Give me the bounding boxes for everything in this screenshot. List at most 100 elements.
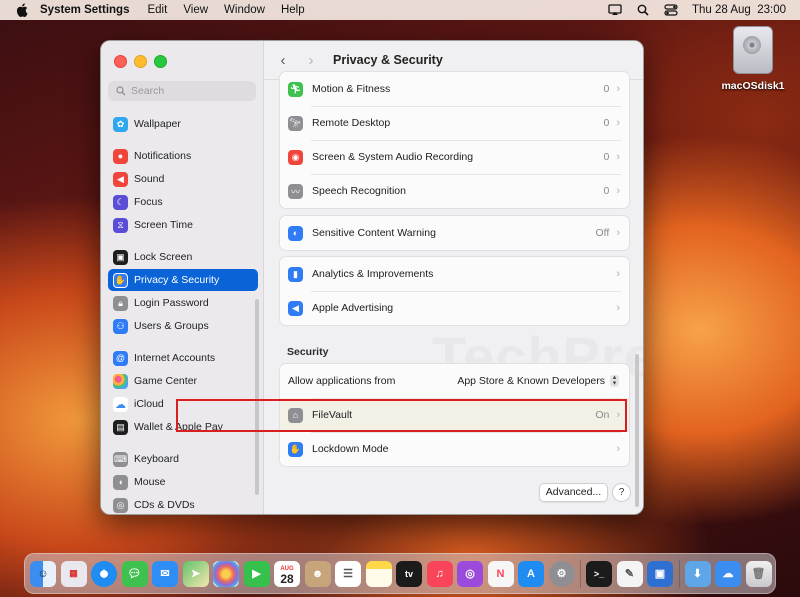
row-analytics[interactable]: ▮ Analytics & Improvements › xyxy=(280,257,629,291)
sidebar-item-cds-dvds[interactable]: ◎ CDs & DVDs xyxy=(108,494,258,514)
motion-fitness-icon: 🏃︎ xyxy=(288,81,303,97)
screen-mirroring-icon[interactable] xyxy=(608,3,622,17)
login-password-icon: 🔒︎ xyxy=(113,295,128,311)
system-settings-window: Search ✿ Wallpaper ● Notifications ◀ Sound … xyxy=(100,40,644,515)
terminal-icon[interactable]: >_ xyxy=(586,560,612,587)
allow-applications-popup[interactable]: App Store & Known Developers ▴ ▾ xyxy=(457,374,619,387)
window-menu[interactable]: Window xyxy=(224,4,265,16)
permissions-group: 🏃︎ Motion & Fitness 0 › 🔭︎ Remote Deskto… xyxy=(279,71,630,209)
row-apple-advertising[interactable]: ◀ Apple Advertising › xyxy=(280,291,629,325)
icloud-drive-icon[interactable]: ☁ xyxy=(715,560,741,587)
sidebar-item-wallpaper[interactable]: ✿ Wallpaper xyxy=(108,113,258,135)
focus-icon: ☾ xyxy=(113,194,128,210)
sidebar: Search ✿ Wallpaper ● Notifications ◀ Sound … xyxy=(101,41,264,514)
messages-icon[interactable]: 💬︎ xyxy=(121,560,148,587)
desktop-disk[interactable]: macOSdisk1 xyxy=(718,26,788,92)
calendar-icon[interactable]: AUG 28 xyxy=(274,560,300,587)
chevron-right-icon: › xyxy=(616,302,620,314)
advanced-button[interactable]: Advanced... xyxy=(539,483,608,502)
apple-menu-icon[interactable] xyxy=(14,2,30,18)
music-icon[interactable]: ♫ xyxy=(426,560,453,587)
sidebar-item-privacy-security[interactable]: ✋ Privacy & Security xyxy=(108,269,258,291)
back-chevron-icon[interactable]: ‹ xyxy=(277,52,289,69)
sidebar-item-lock-screen[interactable]: ▣ Lock Screen xyxy=(108,246,258,268)
search-placeholder: Search xyxy=(131,85,165,97)
chevron-right-icon: › xyxy=(616,227,620,239)
sidebar-item-users-groups[interactable]: ⚇ Users & Groups xyxy=(108,315,258,337)
launchpad-icon[interactable]: ▦ xyxy=(60,560,87,587)
row-screen-recording[interactable]: ◉ Screen & System Audio Recording 0 › xyxy=(280,140,629,174)
chevron-right-icon: › xyxy=(616,268,620,280)
wallet-icon: ▤ xyxy=(113,419,128,435)
apple-tv-icon[interactable]: tv xyxy=(396,560,422,587)
sidebar-item-screen-time[interactable]: ⧖ Screen Time xyxy=(108,214,258,236)
sidebar-scrollbar[interactable] xyxy=(255,299,259,495)
news-icon[interactable]: N xyxy=(487,560,514,587)
help-menu[interactable]: Help xyxy=(281,4,305,16)
row-allow-applications: Allow applications from App Store & Know… xyxy=(280,364,629,398)
control-center-icon[interactable] xyxy=(664,3,678,17)
sidebar-search-field[interactable]: Search xyxy=(108,81,256,101)
cds-dvds-icon: ◎ xyxy=(113,497,128,513)
finder-icon[interactable]: ☺ xyxy=(30,560,56,587)
sidebar-item-keyboard[interactable]: ⌨ Keyboard xyxy=(108,448,258,470)
notifications-icon: ● xyxy=(113,148,128,164)
textedit-icon[interactable]: ✎ xyxy=(616,560,643,587)
pane-scrollbar[interactable] xyxy=(635,354,639,507)
row-lockdown-mode[interactable]: ✋ Lockdown Mode › xyxy=(280,432,629,466)
wallpaper-icon: ✿ xyxy=(113,116,128,132)
close-window-button[interactable] xyxy=(114,55,127,68)
facetime-icon[interactable]: ▶ xyxy=(243,560,270,587)
notes-icon[interactable] xyxy=(365,560,392,587)
help-button[interactable]: ? xyxy=(612,483,631,502)
sidebar-list: ✿ Wallpaper ● Notifications ◀ Sound ☾ Focus … xyxy=(108,113,258,514)
menu-bar-clock[interactable]: Thu 28 Aug 23:00 xyxy=(692,4,786,16)
row-speech-recognition[interactable]: 〰 Speech Recognition 0 › xyxy=(280,174,629,208)
advertising-icon: ◀ xyxy=(288,300,303,316)
trash-icon[interactable]: 🗑︎ xyxy=(745,560,772,587)
sidebar-item-sound[interactable]: ◀ Sound xyxy=(108,168,258,190)
chevron-right-icon: › xyxy=(616,443,620,455)
sidebar-item-internet-accounts[interactable]: @ Internet Accounts xyxy=(108,347,258,369)
app-menu[interactable]: System Settings xyxy=(40,4,129,16)
mail-icon[interactable]: ✉ xyxy=(152,560,178,587)
chevron-up-down-icon: ▴ ▾ xyxy=(610,374,619,387)
reminders-icon[interactable]: ☰ xyxy=(335,560,361,587)
forward-chevron-icon[interactable]: › xyxy=(305,52,317,69)
analytics-group: ▮ Analytics & Improvements › ◀ Apple Adv… xyxy=(279,256,630,326)
row-remote-desktop[interactable]: 🔭︎ Remote Desktop 0 › xyxy=(280,106,629,140)
sidebar-item-notifications[interactable]: ● Notifications xyxy=(108,145,258,167)
sidebar-item-mouse[interactable]: ◖ Mouse xyxy=(108,471,258,493)
podcasts-icon[interactable]: ◎ xyxy=(457,560,483,587)
icloud-icon: ☁ xyxy=(113,396,128,412)
sensitive-content-icon: ◐ xyxy=(288,225,303,241)
sidebar-item-game-center[interactable]: Game Center xyxy=(108,370,258,392)
sidebar-item-login-password[interactable]: 🔒︎ Login Password xyxy=(108,292,258,314)
row-motion-fitness[interactable]: 🏃︎ Motion & Fitness 0 › xyxy=(280,72,629,106)
zoom-window-button[interactable] xyxy=(154,55,167,68)
view-menu[interactable]: View xyxy=(183,4,208,16)
downloads-folder-icon[interactable]: ⬇ xyxy=(684,560,711,587)
screen-time-icon: ⧖ xyxy=(113,217,128,233)
sidebar-item-focus[interactable]: ☾ Focus xyxy=(108,191,258,213)
spotlight-search-icon[interactable] xyxy=(636,3,650,17)
row-sensitive-content[interactable]: ◐ Sensitive Content Warning Off › xyxy=(280,216,629,250)
menu-bar: System Settings Edit View Window Help Th… xyxy=(0,0,800,20)
window-controls xyxy=(114,55,167,68)
maps-icon[interactable]: ➤ xyxy=(182,560,209,587)
minimize-window-button[interactable] xyxy=(134,55,147,68)
contacts-icon[interactable]: ☻ xyxy=(304,560,331,587)
remote-desktop-app-icon[interactable]: ▣ xyxy=(647,560,673,587)
photos-icon[interactable] xyxy=(213,560,239,587)
analytics-icon: ▮ xyxy=(288,266,303,282)
filevault-highlight-box xyxy=(176,399,627,432)
chevron-right-icon: › xyxy=(616,151,620,163)
internet-accounts-icon: @ xyxy=(113,350,128,366)
lockdown-hand-icon: ✋ xyxy=(288,441,303,457)
sound-icon: ◀ xyxy=(113,171,128,187)
safari-icon[interactable]: ✦ xyxy=(91,560,117,587)
system-settings-icon[interactable]: ⚙ xyxy=(548,560,575,587)
app-store-icon[interactable]: A xyxy=(518,560,544,587)
lock-screen-icon: ▣ xyxy=(113,249,128,265)
edit-menu[interactable]: Edit xyxy=(147,4,167,16)
